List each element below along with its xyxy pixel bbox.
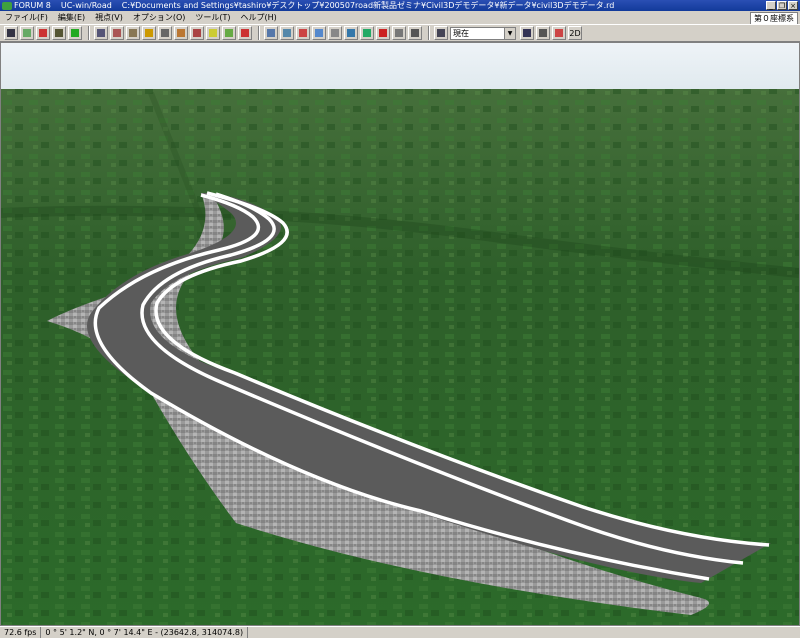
scenario-icon[interactable] bbox=[238, 26, 252, 40]
scenario-icon-glyph bbox=[241, 29, 249, 37]
sign-icon[interactable] bbox=[142, 26, 156, 40]
intersection-icon-glyph bbox=[55, 29, 63, 37]
drive-icon-glyph bbox=[331, 29, 339, 37]
toolbar-separator bbox=[258, 26, 260, 40]
minimize-button[interactable]: _ bbox=[766, 1, 776, 10]
road-edit-icon[interactable] bbox=[4, 26, 18, 40]
building-icon[interactable] bbox=[126, 26, 140, 40]
tree-icon-glyph bbox=[71, 29, 79, 37]
position-readout: 0 ° 5' 1.2" N, 0 ° 7' 14.4" E - (23642.8… bbox=[41, 627, 249, 638]
image-icon-glyph bbox=[97, 29, 105, 37]
viewpoint-select[interactable]: 現在 ▼ bbox=[450, 26, 516, 40]
walk-icon-glyph bbox=[283, 29, 291, 37]
view-icon[interactable] bbox=[520, 26, 534, 40]
sky bbox=[1, 43, 799, 93]
cross-section-icon-glyph bbox=[161, 29, 169, 37]
menu-view[interactable]: 視点(V) bbox=[90, 11, 128, 24]
car-icon[interactable] bbox=[360, 26, 374, 40]
fly-icon-glyph bbox=[315, 29, 323, 37]
script-icon[interactable] bbox=[408, 26, 422, 40]
pause-icon[interactable] bbox=[376, 26, 390, 40]
drive-icon[interactable] bbox=[328, 26, 342, 40]
toolbar-separator bbox=[428, 26, 430, 40]
walk-icon[interactable] bbox=[280, 26, 294, 40]
cube-icon-glyph bbox=[113, 29, 121, 37]
menu-edit[interactable]: 編集(E) bbox=[53, 11, 90, 24]
light-icon-glyph bbox=[209, 29, 217, 37]
viewpoint-icon[interactable] bbox=[434, 26, 448, 40]
settings-icon-glyph bbox=[539, 29, 547, 37]
toolbar-separator bbox=[88, 26, 90, 40]
car-icon-glyph bbox=[363, 29, 371, 37]
close-button[interactable]: × bbox=[788, 1, 798, 10]
rotate-icon[interactable] bbox=[344, 26, 358, 40]
rotate-icon-glyph bbox=[347, 29, 355, 37]
weather-icon-glyph bbox=[225, 29, 233, 37]
pause-icon-glyph bbox=[379, 29, 387, 37]
navigate-icon[interactable] bbox=[264, 26, 278, 40]
move-icon-glyph bbox=[299, 29, 307, 37]
menu-tools[interactable]: ツール(T) bbox=[190, 11, 235, 24]
intersection-icon[interactable] bbox=[52, 26, 66, 40]
brand-label: FORUM 8 bbox=[14, 1, 51, 10]
script-icon-glyph bbox=[411, 29, 419, 37]
road-edit-icon-glyph bbox=[7, 29, 15, 37]
file-path: C:¥Documents and Settings¥tashiro¥デスクトップ… bbox=[121, 1, 615, 10]
scene-render bbox=[1, 43, 799, 625]
weather-icon[interactable] bbox=[222, 26, 236, 40]
model-icon[interactable] bbox=[174, 26, 188, 40]
model-icon-glyph bbox=[177, 29, 185, 37]
chevron-down-icon[interactable]: ▼ bbox=[504, 27, 515, 39]
2d-button[interactable]: 2D bbox=[568, 26, 582, 40]
person-icon[interactable] bbox=[36, 26, 50, 40]
menu-help[interactable]: ヘルプ(H) bbox=[236, 11, 282, 24]
menu-options[interactable]: オプション(O) bbox=[128, 11, 191, 24]
maximize-button[interactable]: ❐ bbox=[777, 1, 787, 10]
fps-readout: 72.6 fps bbox=[0, 627, 42, 638]
record-icon-glyph bbox=[395, 29, 403, 37]
building-icon-glyph bbox=[129, 29, 137, 37]
record-icon[interactable] bbox=[392, 26, 406, 40]
cross-section-icon[interactable] bbox=[158, 26, 172, 40]
flag-icon[interactable] bbox=[552, 26, 566, 40]
person-icon-glyph bbox=[39, 29, 47, 37]
fly-icon[interactable] bbox=[312, 26, 326, 40]
terrain-icon[interactable] bbox=[20, 26, 34, 40]
title-bar: FORUM 8 UC-win/Road C:¥Documents and Set… bbox=[0, 0, 800, 11]
3d-viewport[interactable] bbox=[0, 42, 800, 626]
tree-icon[interactable] bbox=[68, 26, 82, 40]
app-logo-icon bbox=[2, 1, 12, 10]
viewpoint-select-value: 現在 bbox=[453, 28, 469, 38]
light-icon[interactable] bbox=[206, 26, 220, 40]
toolbar: 現在 ▼ 2D bbox=[0, 24, 800, 42]
menu-file[interactable]: ファイル(F) bbox=[0, 11, 53, 24]
sign-icon-glyph bbox=[145, 29, 153, 37]
navigate-icon-glyph bbox=[267, 29, 275, 37]
settings-icon[interactable] bbox=[536, 26, 550, 40]
view-icon-glyph bbox=[523, 29, 531, 37]
traffic-icon[interactable] bbox=[190, 26, 204, 40]
terrain-icon-glyph bbox=[23, 29, 31, 37]
move-icon[interactable] bbox=[296, 26, 310, 40]
cube-icon[interactable] bbox=[110, 26, 124, 40]
status-bar: 72.6 fps 0 ° 5' 1.2" N, 0 ° 7' 14.4" E -… bbox=[0, 626, 800, 638]
menu-bar: ファイル(F) 編集(E) 視点(V) オプション(O) ツール(T) ヘルプ(… bbox=[0, 11, 800, 25]
flag-icon-glyph bbox=[555, 29, 563, 37]
image-icon[interactable] bbox=[94, 26, 108, 40]
traffic-icon-glyph bbox=[193, 29, 201, 37]
app-name: UC-win/Road bbox=[60, 1, 112, 10]
